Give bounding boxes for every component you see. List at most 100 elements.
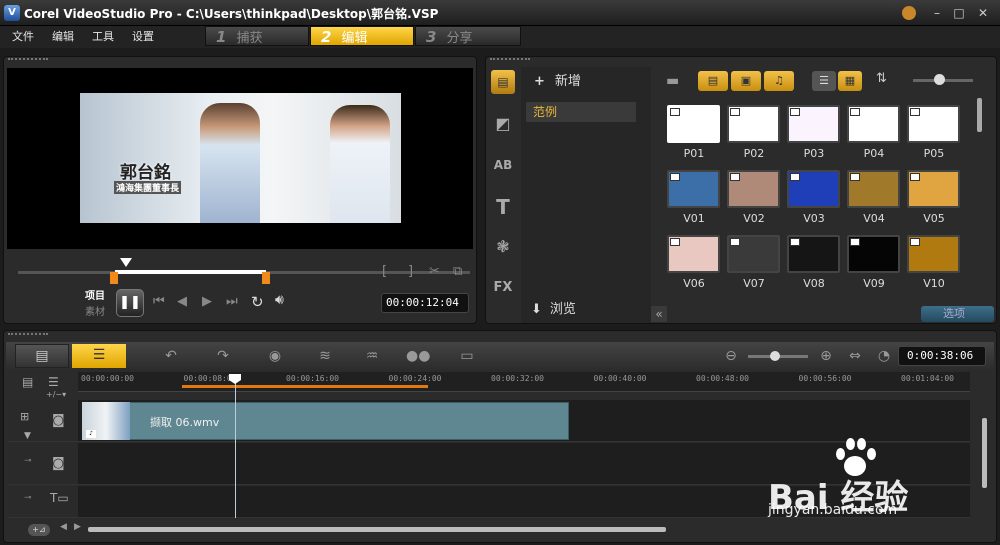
- zoom-in-icon[interactable]: ⊕: [815, 347, 837, 365]
- track-expand-icon[interactable]: ▼: [24, 431, 31, 441]
- show-photo-button[interactable]: ▣: [731, 71, 761, 91]
- add-folder-button[interactable]: + 新增: [534, 70, 581, 89]
- show-audio-button[interactable]: ♫: [764, 71, 794, 91]
- motion-track-icon[interactable]: ●●: [406, 347, 430, 365]
- thumbnail-p02[interactable]: [727, 105, 780, 143]
- subtitle-editor-icon[interactable]: ▭: [456, 347, 478, 365]
- mark-out-button[interactable]: ]: [408, 264, 413, 279]
- thumbnail-v05[interactable]: [907, 170, 960, 208]
- add-remove-chapter-icon[interactable]: +/−▾: [46, 390, 66, 399]
- options-button[interactable]: 选项: [921, 306, 994, 322]
- project-duration-icon[interactable]: ◔: [873, 347, 895, 365]
- tab-edit[interactable]: 2 编辑: [310, 26, 414, 46]
- media-icon[interactable]: ▤: [491, 70, 515, 94]
- sound-mixer-icon[interactable]: ≋: [314, 347, 336, 365]
- open-folder-icon[interactable]: ▬: [666, 73, 679, 89]
- transition-icon[interactable]: ◩: [491, 112, 515, 136]
- add-track-icon[interactable]: +⊿: [28, 524, 50, 536]
- mode-clip-label[interactable]: 素材: [85, 303, 105, 318]
- timeline-view-button[interactable]: ☰: [72, 344, 126, 368]
- timeline-hscrollbar[interactable]: [88, 527, 666, 532]
- thumbnail-p04[interactable]: [847, 105, 900, 143]
- help-icon[interactable]: [902, 6, 916, 20]
- list-view-button[interactable]: ☰: [812, 71, 836, 91]
- storyboard-view-button[interactable]: ▤: [15, 344, 69, 368]
- title-track-icon[interactable]: T▭: [50, 491, 69, 505]
- show-all-tracks-icon[interactable]: ▤: [22, 375, 33, 389]
- timeline-vscrollbar[interactable]: [982, 418, 987, 488]
- folder-item-samples[interactable]: 范例: [526, 102, 636, 122]
- go-start-icon[interactable]: ⏮: [153, 294, 165, 309]
- thumbnail-p05[interactable]: [907, 105, 960, 143]
- lock-icon[interactable]: ⊸: [24, 493, 32, 503]
- enlarge-icon[interactable]: ⧉: [453, 264, 462, 279]
- thumb-size-handle[interactable]: [934, 74, 945, 85]
- repeat-icon[interactable]: ↻: [251, 293, 264, 311]
- go-end-icon[interactable]: ⏭: [226, 294, 238, 309]
- collapse-library-icon[interactable]: «: [651, 306, 667, 322]
- ripple-edit-icon[interactable]: ⊞: [20, 410, 29, 423]
- tab-capture[interactable]: 1 捕获: [205, 26, 309, 46]
- thumbnail-view-button[interactable]: ▦: [838, 71, 862, 91]
- sort-icon[interactable]: ⇅: [876, 71, 887, 86]
- redo-icon[interactable]: ↷: [212, 347, 234, 365]
- record-capture-icon[interactable]: ◉: [264, 347, 286, 365]
- scissors-icon[interactable]: ✂: [429, 264, 440, 279]
- scroll-left-icon[interactable]: ◀: [60, 522, 67, 532]
- scrubber-handle[interactable]: [120, 258, 132, 267]
- thumbnail-v02[interactable]: [727, 170, 780, 208]
- fx-icon[interactable]: FX: [491, 276, 515, 300]
- thumbnail-v08[interactable]: [787, 235, 840, 273]
- thumbnail-v09[interactable]: [847, 235, 900, 273]
- trim-end-handle[interactable]: [262, 272, 270, 284]
- time-ruler[interactable]: 00:00:00:00 00:00:08:00 00:00:16:00 00:00:2…: [78, 372, 970, 392]
- thumbnail-v01[interactable]: [667, 170, 720, 208]
- browse-button[interactable]: ⬇ 浏览: [531, 298, 576, 317]
- close-button[interactable]: ✕: [972, 4, 994, 22]
- track-manager-icon[interactable]: ☰: [48, 375, 59, 389]
- thumbnail-v06[interactable]: [667, 235, 720, 273]
- lock-icon[interactable]: ⊸: [24, 456, 32, 466]
- title-ab-icon[interactable]: AB: [491, 153, 515, 177]
- show-video-button[interactable]: ▤: [698, 71, 728, 91]
- thumbnail-v03[interactable]: [787, 170, 840, 208]
- zoom-out-icon[interactable]: ⊖: [720, 347, 742, 365]
- thumbnail-p03[interactable]: [787, 105, 840, 143]
- menu-tools[interactable]: 工具: [92, 26, 114, 48]
- menu-file[interactable]: 文件: [12, 26, 34, 48]
- overlay-subtitle: 鴻海集團董事長: [114, 181, 182, 194]
- video-track-icon[interactable]: ◙: [52, 413, 65, 428]
- volume-icon[interactable]: 🔊︎: [275, 292, 284, 308]
- overlay-track-icon[interactable]: ◙: [52, 456, 65, 471]
- playhead[interactable]: [235, 376, 236, 518]
- zoom-handle[interactable]: [770, 351, 780, 361]
- overlay-name: 郭台銘: [120, 163, 171, 183]
- auto-music-icon[interactable]: ♒: [361, 347, 383, 365]
- minimize-button[interactable]: –: [926, 4, 948, 22]
- undo-icon[interactable]: ↶: [160, 347, 182, 365]
- text-icon[interactable]: T: [491, 195, 515, 219]
- timeline-timecode[interactable]: 0:00:38:06: [898, 346, 986, 366]
- tab-share[interactable]: 3 分享: [415, 26, 521, 46]
- graphic-icon[interactable]: ❃: [491, 235, 515, 259]
- maximize-button[interactable]: □: [948, 4, 970, 22]
- fit-project-icon[interactable]: ⇔: [844, 347, 866, 365]
- next-frame-icon[interactable]: ▶: [202, 294, 212, 309]
- prev-frame-icon[interactable]: ◀: [177, 294, 187, 309]
- thumbnail-label: V03: [803, 212, 825, 225]
- thumbnail-v07[interactable]: [727, 235, 780, 273]
- library-scrollbar[interactable]: [977, 98, 982, 132]
- thumbnail-v04[interactable]: [847, 170, 900, 208]
- preview-timecode[interactable]: 00:00:12:04: [381, 293, 469, 313]
- thumbnail-label: V06: [683, 277, 705, 290]
- thumbnail-label: P01: [683, 147, 705, 160]
- thumbnail-v10[interactable]: [907, 235, 960, 273]
- menu-settings[interactable]: 设置: [132, 26, 154, 48]
- scroll-right-icon[interactable]: ▶: [74, 522, 81, 532]
- mode-project-label[interactable]: 项目: [85, 287, 105, 302]
- trim-start-handle[interactable]: [110, 272, 118, 284]
- menu-edit[interactable]: 编辑: [52, 26, 74, 48]
- pause-button[interactable]: ❚❚: [116, 289, 144, 317]
- mark-in-button[interactable]: [: [382, 264, 387, 279]
- thumbnail-p01[interactable]: [667, 105, 720, 143]
